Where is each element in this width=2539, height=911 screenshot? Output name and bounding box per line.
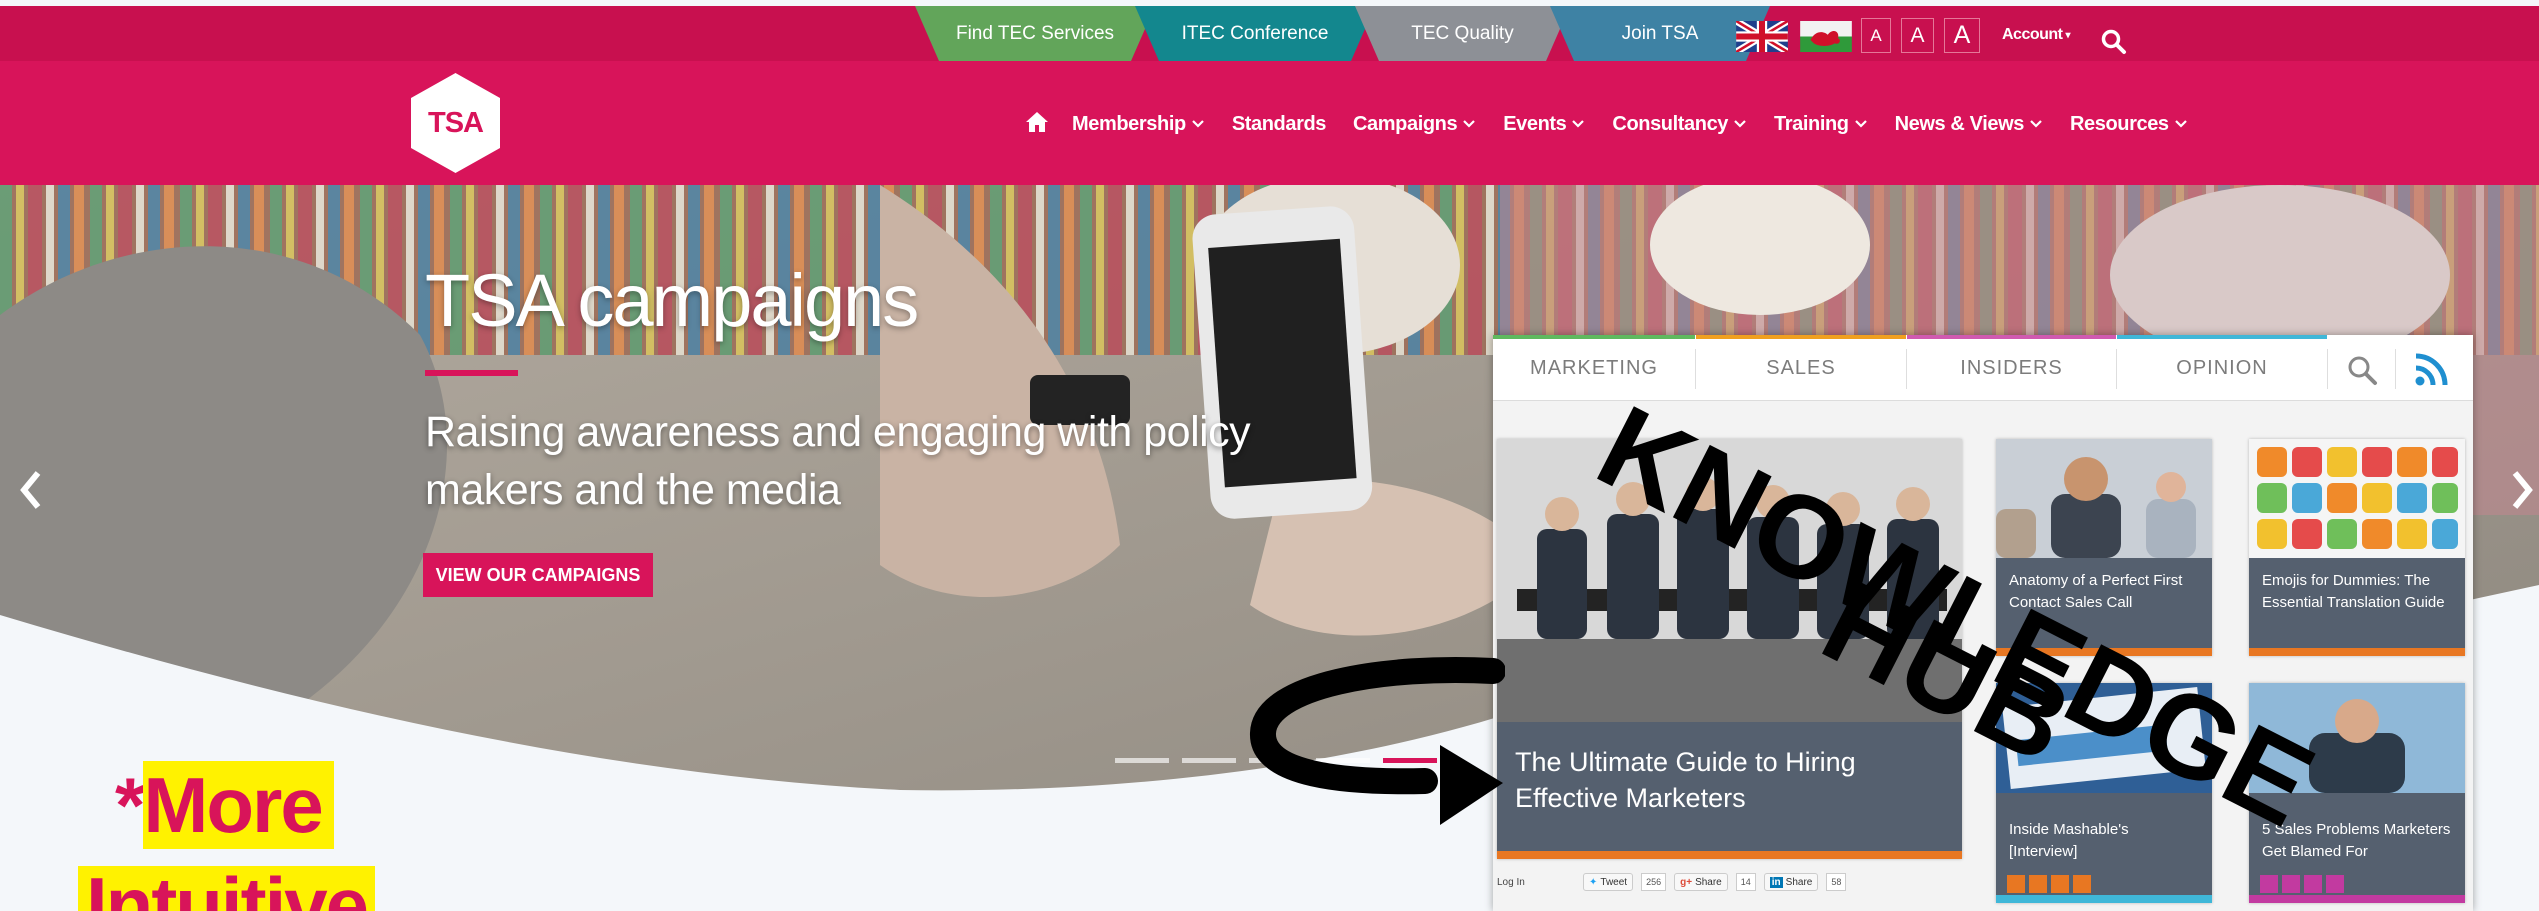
feature-article-title: The Ultimate Guide to Hiring Effective M… xyxy=(1497,722,1962,851)
article-image xyxy=(1996,439,2212,558)
category-bar xyxy=(1996,895,2212,903)
share-icons xyxy=(2260,875,2344,893)
nav-news-views[interactable]: News & Views xyxy=(1895,113,2043,136)
knowledge-hub-tabs: MARKETING SALES INSIDERS OPINION xyxy=(1493,335,2473,401)
nav-resources[interactable]: Resources xyxy=(2070,113,2188,136)
tec-quality-tab[interactable]: TEC Quality xyxy=(1355,6,1570,61)
welsh-flag-icon[interactable] xyxy=(1800,21,1852,52)
nav-events[interactable]: Events xyxy=(1503,113,1585,136)
logo-text: TSA xyxy=(428,106,484,139)
tab-sales[interactable]: SALES xyxy=(1696,335,1906,401)
linkedin-icon[interactable] xyxy=(2304,875,2322,893)
article-title: Anatomy of a Perfect First Contact Sales… xyxy=(1996,558,2212,648)
annotation-intuitive: Intuitive xyxy=(78,866,376,911)
twitter-icon[interactable] xyxy=(2282,875,2300,893)
nav-training[interactable]: Training xyxy=(1774,113,1868,136)
feature-share-row: Log In ✦ Tweet 256 g+ Share 14 in Share 58 xyxy=(1497,866,1962,898)
search-icon[interactable] xyxy=(2346,354,2378,386)
hero-divider xyxy=(425,370,518,376)
knowledge-hub-panel: MARKETING SALES INSIDERS OPINION The Ult… xyxy=(1493,335,2473,911)
facebook-icon[interactable] xyxy=(2007,875,2025,893)
tweet-count: 256 xyxy=(1641,873,1667,891)
font-size-large-button[interactable]: A xyxy=(1944,18,1980,53)
login-link[interactable]: Log In xyxy=(1497,877,1575,888)
caret-down-icon: ▾ xyxy=(2065,29,2071,41)
category-bar xyxy=(2249,895,2465,903)
chevron-down-icon xyxy=(1463,120,1475,128)
article-card[interactable]: Emojis for Dummies: The Essential Transl… xyxy=(2249,439,2465,656)
linkedin-icon: in xyxy=(1769,876,1783,888)
nav-standards[interactable]: Standards xyxy=(1232,113,1327,136)
tab-opinion[interactable]: OPINION xyxy=(2117,335,2327,401)
annotation-more: *More xyxy=(115,761,334,849)
article-title: Emojis for Dummies: The Essential Transl… xyxy=(2249,558,2465,648)
article-card[interactable]: Anatomy of a Perfect First Contact Sales… xyxy=(1996,439,2212,656)
google-plus-icon[interactable] xyxy=(2073,875,2091,893)
chevron-down-icon xyxy=(1192,120,1204,128)
font-size-medium-button[interactable]: A xyxy=(1901,18,1934,53)
feature-article-card[interactable]: The Ultimate Guide to Hiring Effective M… xyxy=(1497,439,1962,859)
chevron-down-icon xyxy=(2030,120,2042,128)
linkedin-icon[interactable] xyxy=(2051,875,2069,893)
hero-subtitle: Raising awareness and engaging with poli… xyxy=(425,408,1251,514)
chevron-down-icon xyxy=(1854,120,1867,128)
main-nav: TSA Membership Standards Campaigns Event… xyxy=(0,61,2539,185)
linkedin-share-button[interactable]: in Share xyxy=(1763,873,1819,891)
twitter-icon: ✦ xyxy=(1589,876,1598,888)
find-tec-services-tab[interactable]: Find TEC Services xyxy=(915,6,1155,61)
view-campaigns-button[interactable]: VIEW OUR CAMPAIGNS xyxy=(423,553,653,597)
facebook-icon[interactable] xyxy=(2260,875,2278,893)
hero-title: TSA campaigns xyxy=(425,259,919,342)
font-size-small-button[interactable]: A xyxy=(1861,18,1891,53)
tab-marketing[interactable]: MARKETING xyxy=(1493,335,1695,401)
annotation-star: * xyxy=(115,761,145,849)
article-image xyxy=(2249,683,2465,793)
nav-campaigns[interactable]: Campaigns xyxy=(1353,113,1476,136)
tab-opinion-bar xyxy=(2117,335,2327,339)
annotation-more-word: More xyxy=(143,761,334,849)
account-label: Account xyxy=(2002,26,2063,43)
chevron-left-icon[interactable] xyxy=(14,465,48,515)
tab-divider xyxy=(2327,349,2328,389)
nav-consultancy[interactable]: Consultancy xyxy=(1612,113,1747,136)
rss-icon[interactable] xyxy=(2413,352,2449,388)
account-menu[interactable]: Account ▾ xyxy=(2002,20,2070,50)
home-icon[interactable] xyxy=(1025,111,1049,133)
chevron-down-icon xyxy=(2174,120,2187,128)
tab-marketing-bar xyxy=(1493,335,1695,339)
itec-conference-tab[interactable]: ITEC Conference xyxy=(1135,6,1375,61)
chevron-down-icon xyxy=(1734,120,1746,128)
google-plus-icon: g+ xyxy=(1680,876,1693,888)
page: Find TEC Services ITEC Conference TEC Qu… xyxy=(0,0,2539,911)
gplus-share-button[interactable]: g+ Share xyxy=(1674,873,1728,891)
share-icons xyxy=(2007,875,2091,893)
article-card[interactable]: 5 Sales Problems Marketers Get Blamed Fo… xyxy=(2249,683,2465,903)
slider-dot[interactable] xyxy=(1115,758,1169,763)
utility-bar: Find TEC Services ITEC Conference TEC Qu… xyxy=(0,6,2539,61)
search-icon[interactable] xyxy=(2100,28,2128,56)
nav-membership[interactable]: Membership xyxy=(1072,113,1205,136)
feature-article-image xyxy=(1497,439,1962,722)
chevron-down-icon xyxy=(1572,120,1585,128)
tab-sales-bar xyxy=(1696,335,1906,339)
curved-arrow-icon xyxy=(1250,656,1505,825)
twitter-icon[interactable] xyxy=(2029,875,2047,893)
gplus-count: 14 xyxy=(1735,873,1756,891)
tab-divider xyxy=(2395,349,2396,389)
category-bar xyxy=(1497,851,1962,859)
article-image xyxy=(1996,683,2212,793)
tweet-button[interactable]: ✦ Tweet xyxy=(1583,873,1634,891)
tab-insiders-bar xyxy=(1907,335,2116,339)
google-plus-icon[interactable] xyxy=(2326,875,2344,893)
category-bar xyxy=(1996,648,2212,656)
chevron-right-icon[interactable] xyxy=(2505,465,2539,515)
article-card[interactable]: Inside Mashable's [Interview] xyxy=(1996,683,2212,903)
article-image xyxy=(2249,439,2465,558)
tab-insiders[interactable]: INSIDERS xyxy=(1907,335,2116,401)
slider-dot[interactable] xyxy=(1182,758,1236,763)
nav-menu: Membership Standards Campaigns Events Co… xyxy=(1072,106,2188,142)
category-bar xyxy=(2249,648,2465,656)
linkedin-count: 58 xyxy=(1826,873,1847,891)
uk-flag-icon[interactable] xyxy=(1736,21,1788,52)
